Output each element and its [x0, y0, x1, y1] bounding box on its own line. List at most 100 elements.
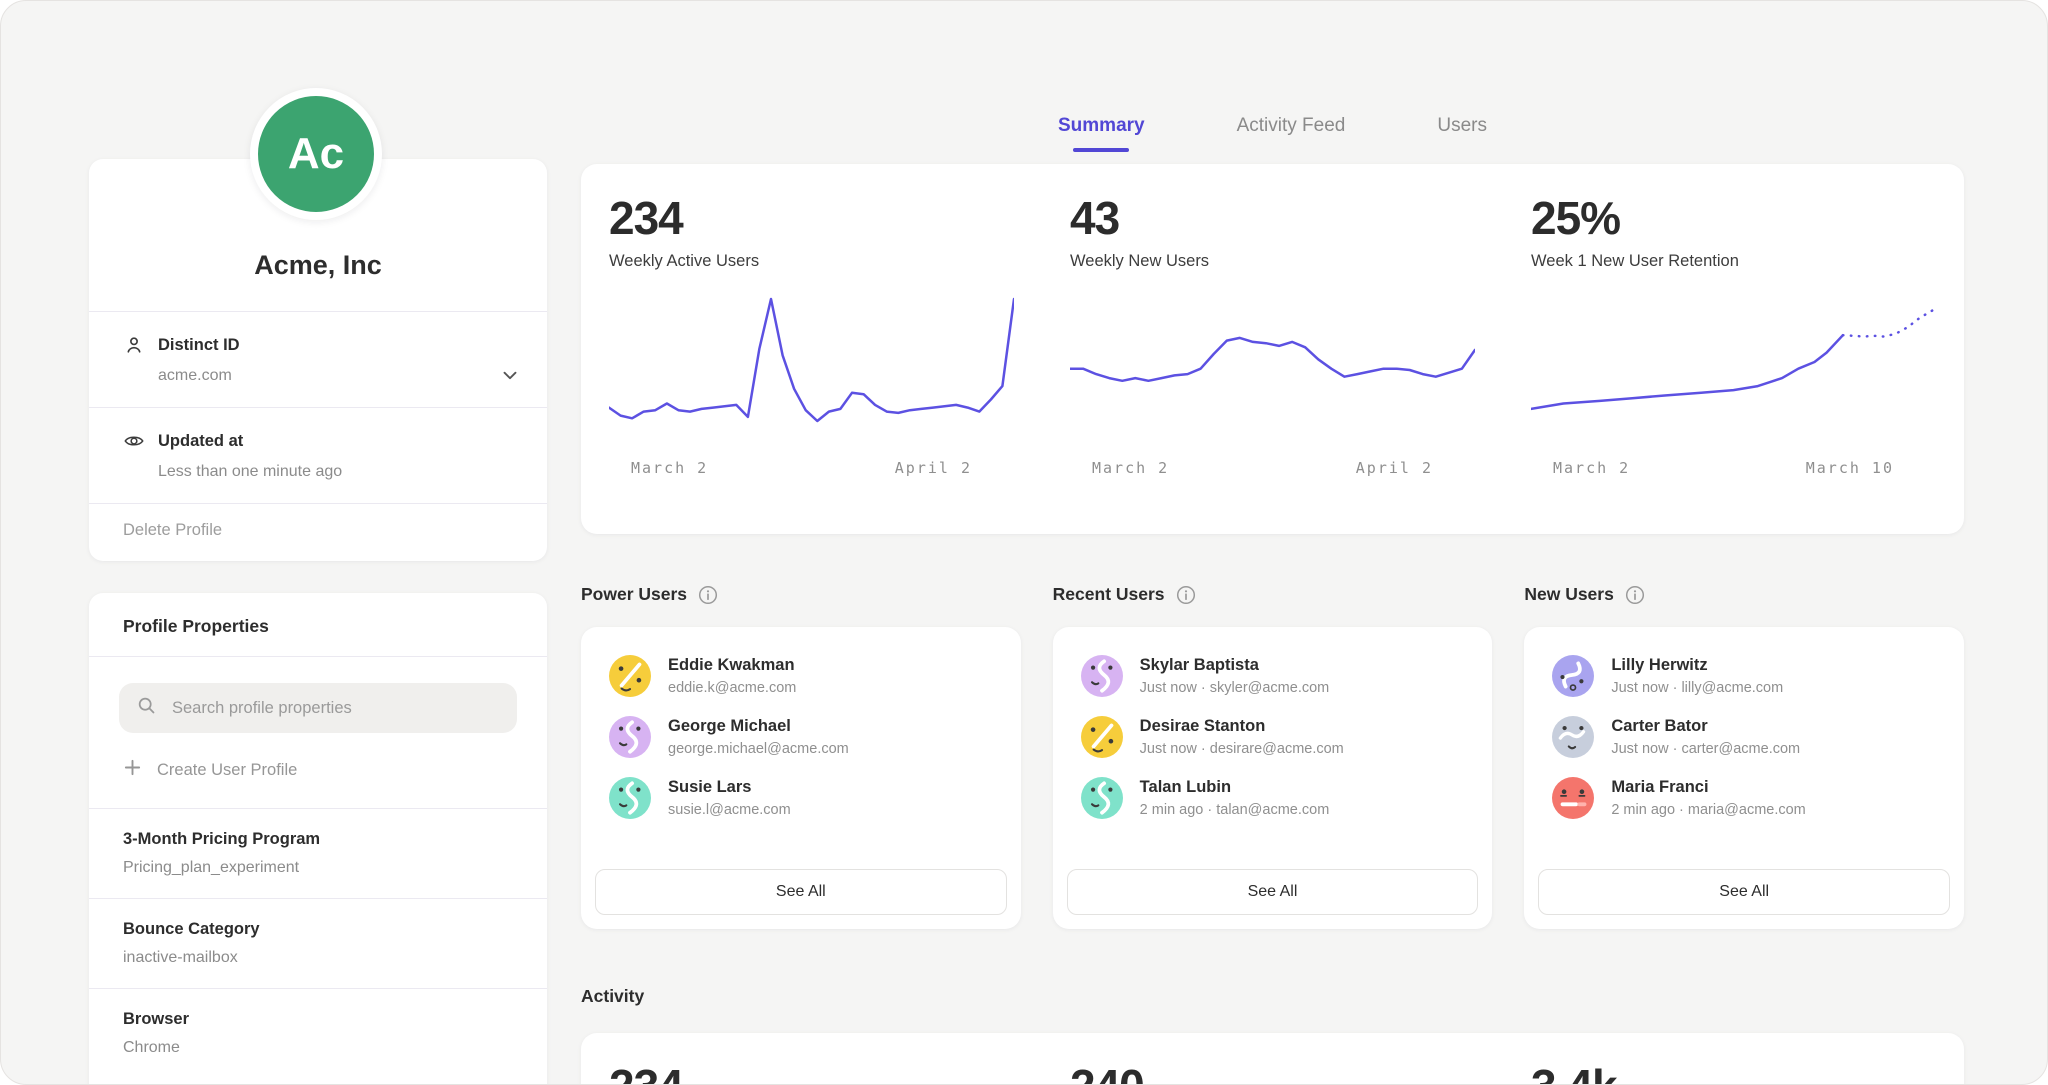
user-detail: 2 min ago · talan@acme.com	[1140, 802, 1330, 818]
tab-users[interactable]: Users	[1437, 115, 1487, 152]
summary-stats-card: 234 Weekly Active Users March 2 April 2 …	[581, 164, 1964, 534]
stat-value: 234	[609, 191, 1014, 245]
tab-label: Activity Feed	[1237, 115, 1346, 136]
property-row[interactable]: 3-Month Pricing Program Pricing_plan_exp…	[89, 808, 547, 898]
tab-label: Summary	[1058, 115, 1145, 136]
property-value: Chrome	[123, 1039, 513, 1057]
user-detail: eddie.k@acme.com	[668, 680, 796, 696]
profile-properties-title: Profile Properties	[89, 593, 547, 657]
x-tick: March 2	[1553, 459, 1630, 477]
user-detail: Just now · carter@acme.com	[1611, 741, 1800, 757]
user-avatar	[1552, 777, 1594, 819]
power-users-card: Eddie Kwakman eddie.k@acme.com George Mi…	[581, 627, 1021, 929]
user-row[interactable]: Lilly Herwitz Just now · lilly@acme.com	[1538, 655, 1950, 697]
property-row[interactable]: Browser Chrome	[89, 988, 547, 1078]
property-row[interactable]: Bounce Category inactive-mailbox	[89, 898, 547, 988]
user-lists-row: Power Users Eddie Kwakman eddie.k@acme.c…	[581, 584, 1964, 929]
user-name: Carter Bator	[1611, 717, 1800, 736]
recent-users-section: Recent Users Skylar Baptista Just now · …	[1053, 584, 1493, 929]
field-label: Distinct ID	[158, 336, 240, 355]
user-name: Maria Franci	[1611, 778, 1805, 797]
create-user-profile-label: Create User Profile	[157, 761, 297, 780]
user-avatar	[1552, 655, 1594, 697]
property-value: Pricing_plan_experiment	[123, 859, 513, 877]
see-all-button[interactable]: See All	[595, 869, 1007, 915]
stat-value: 43	[1070, 191, 1475, 245]
user-name: George Michael	[668, 717, 849, 736]
user-row[interactable]: Susie Lars susie.l@acme.com	[595, 777, 1007, 819]
tab-label: Users	[1437, 115, 1487, 136]
user-row[interactable]: George Michael george.michael@acme.com	[595, 716, 1007, 758]
search-input[interactable]	[170, 698, 500, 719]
user-row[interactable]: Skylar Baptista Just now · skyler@acme.c…	[1067, 655, 1479, 697]
tab-activity-feed[interactable]: Activity Feed	[1237, 115, 1346, 152]
activity-stat-value: 3.4k	[1531, 1059, 1936, 1085]
user-detail: george.michael@acme.com	[668, 741, 849, 757]
activity-card: 234 240 3.4k	[581, 1033, 1964, 1085]
section-title: Power Users	[581, 584, 687, 605]
user-name: Susie Lars	[668, 778, 791, 797]
user-name: Desirae Stanton	[1140, 717, 1344, 736]
user-avatar	[1081, 777, 1123, 819]
property-value: inactive-mailbox	[123, 949, 513, 967]
user-name: Skylar Baptista	[1140, 656, 1330, 675]
field-label: Updated at	[158, 432, 243, 451]
weekly-active-users-chart	[609, 287, 1014, 437]
see-all-button[interactable]: See All	[1067, 869, 1479, 915]
power-users-section: Power Users Eddie Kwakman eddie.k@acme.c…	[581, 584, 1021, 929]
tab-bar: Summary Activity Feed Users	[581, 115, 1964, 152]
search-profile-properties[interactable]	[119, 683, 517, 733]
profile-properties-card: Profile Properties Create User Profile 3…	[89, 593, 547, 1085]
user-name: Talan Lubin	[1140, 778, 1330, 797]
search-icon	[136, 695, 157, 721]
user-name: Lilly Herwitz	[1611, 656, 1783, 675]
x-tick: April 2	[895, 459, 972, 477]
x-axis-labels: March 2 April 2	[1070, 459, 1475, 477]
user-avatar	[609, 716, 651, 758]
stat-week1-retention: 25% Week 1 New User Retention March 2 Ma…	[1503, 191, 1964, 534]
user-row[interactable]: Eddie Kwakman eddie.k@acme.com	[595, 655, 1007, 697]
stat-weekly-active-users: 234 Weekly Active Users March 2 April 2	[581, 191, 1042, 534]
info-icon[interactable]	[698, 585, 718, 605]
property-name: Bounce Category	[123, 920, 513, 939]
user-detail: 2 min ago · maria@acme.com	[1611, 802, 1805, 818]
user-detail: Just now · desirare@acme.com	[1140, 741, 1344, 757]
user-row[interactable]: Talan Lubin 2 min ago · talan@acme.com	[1067, 777, 1479, 819]
chevron-down-icon[interactable]	[499, 364, 521, 386]
user-detail: Just now · skyler@acme.com	[1140, 680, 1330, 696]
user-row[interactable]: Maria Franci 2 min ago · maria@acme.com	[1538, 777, 1950, 819]
see-all-button[interactable]: See All	[1538, 869, 1950, 915]
activity-title: Activity	[581, 986, 644, 1007]
user-avatar	[1081, 655, 1123, 697]
create-user-profile-button[interactable]: Create User Profile	[123, 758, 513, 782]
x-tick: April 2	[1356, 459, 1433, 477]
field-value: Less than one minute ago	[158, 463, 513, 481]
user-avatar	[1552, 716, 1594, 758]
delete-profile-button[interactable]: Delete Profile	[89, 503, 547, 561]
user-avatar	[1081, 716, 1123, 758]
eye-icon	[123, 430, 145, 452]
x-axis-labels: March 2 April 2	[609, 459, 1014, 477]
x-axis-labels: March 2 March 10	[1531, 459, 1936, 477]
updated-at-row: Updated at Less than one minute ago	[89, 407, 547, 503]
stat-label: Weekly Active Users	[609, 252, 1014, 271]
info-icon[interactable]	[1176, 585, 1196, 605]
person-icon	[123, 334, 145, 356]
field-value: acme.com	[158, 367, 513, 385]
plus-icon	[123, 758, 142, 782]
user-name: Eddie Kwakman	[668, 656, 796, 675]
tab-summary[interactable]: Summary	[1058, 115, 1145, 152]
property-name: 3-Month Pricing Program	[123, 830, 513, 849]
stat-weekly-new-users: 43 Weekly New Users March 2 April 2	[1042, 191, 1503, 534]
active-tab-underline	[1073, 148, 1129, 152]
user-detail: susie.l@acme.com	[668, 802, 791, 818]
x-tick: March 2	[1092, 459, 1169, 477]
user-row[interactable]: Carter Bator Just now · carter@acme.com	[1538, 716, 1950, 758]
activity-stat-value: 234	[609, 1059, 1014, 1085]
property-name: Browser	[123, 1010, 513, 1029]
recent-users-card: Skylar Baptista Just now · skyler@acme.c…	[1053, 627, 1493, 929]
user-avatar	[609, 655, 651, 697]
stat-label: Weekly New Users	[1070, 252, 1475, 271]
info-icon[interactable]	[1625, 585, 1645, 605]
user-row[interactable]: Desirae Stanton Just now · desirare@acme…	[1067, 716, 1479, 758]
